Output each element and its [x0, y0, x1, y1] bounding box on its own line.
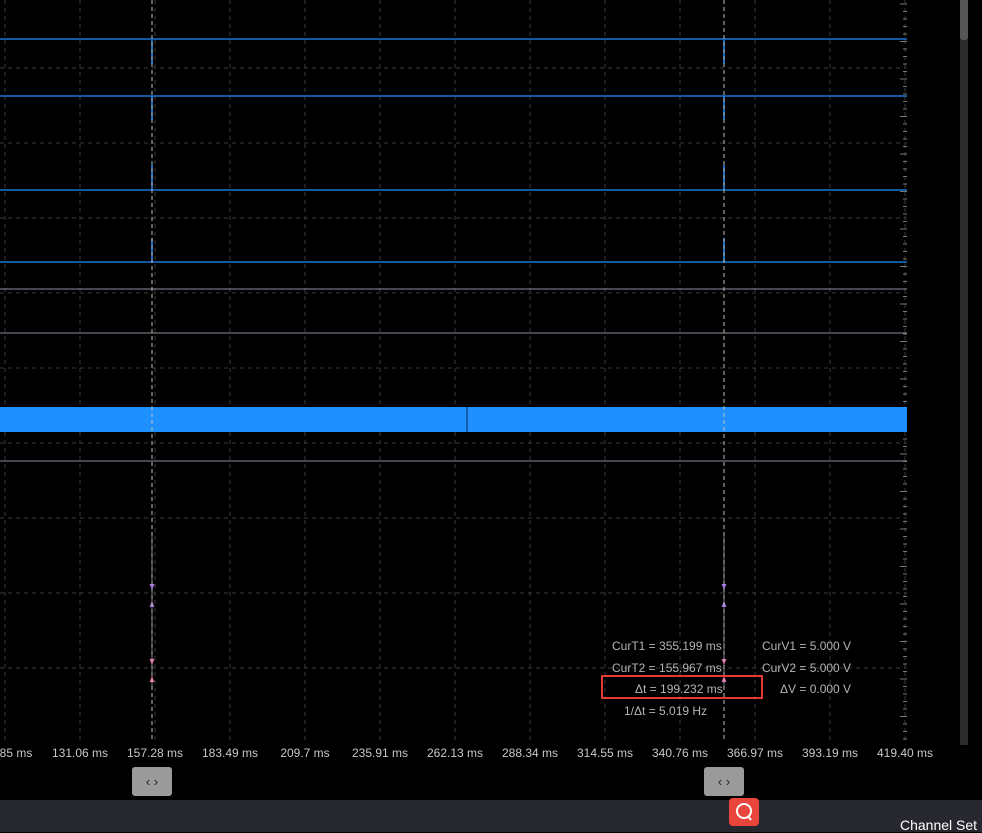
time-tick-label: 235.91 ms — [351, 746, 409, 760]
cursor-v2-readout: CurV2 = 5.000 V — [762, 661, 852, 675]
cursor-2-handle[interactable]: ‹ › — [704, 767, 744, 796]
vertical-scrollbar[interactable] — [960, 0, 968, 745]
waveform-plot[interactable] — [0, 0, 907, 770]
time-tick-label: 131.06 ms — [51, 746, 109, 760]
time-axis: 85 ms 131.06 ms 157.28 ms 183.49 ms 209.7 ms… — [0, 740, 960, 770]
cursor-t1-readout: CurT1 = 355.199 ms — [612, 639, 722, 653]
time-tick-label: 157.28 ms — [126, 746, 184, 760]
cursor-t2-readout: CurT2 = 155.967 ms — [612, 661, 722, 675]
inverse-delta-t-readout: 1/Δt = 5.019 Hz — [624, 704, 708, 718]
time-tick-label: 314.55 ms — [576, 746, 634, 760]
time-tick-label: 262.13 ms — [426, 746, 484, 760]
waveform-canvas — [0, 0, 907, 770]
delta-v-readout: ΔV = 0.000 V — [780, 682, 852, 696]
delta-t-highlight-box — [601, 675, 763, 699]
time-tick-label: 209.7 ms — [280, 746, 330, 760]
search-button[interactable] — [729, 798, 759, 826]
channel-settings-tab[interactable]: Channel Set — [900, 817, 977, 833]
cursor-v1-readout: CurV1 = 5.000 V — [762, 639, 852, 653]
time-tick-label: 340.76 ms — [651, 746, 709, 760]
time-tick-label: 85 ms — [0, 746, 33, 760]
dense-channel-trace — [0, 407, 907, 432]
time-tick-label: 366.97 ms — [726, 746, 784, 760]
scroll-thumb[interactable] — [960, 0, 968, 40]
time-tick-label: 419.40 ms — [876, 746, 934, 760]
search-icon — [736, 803, 752, 821]
right-panel — [907, 0, 982, 800]
time-tick-label: 288.34 ms — [501, 746, 559, 760]
time-tick-label: 393.19 ms — [801, 746, 859, 760]
cursor-1-handle[interactable]: ‹ › — [132, 767, 172, 796]
bottom-bar — [0, 800, 982, 832]
time-tick-label: 183.49 ms — [201, 746, 259, 760]
